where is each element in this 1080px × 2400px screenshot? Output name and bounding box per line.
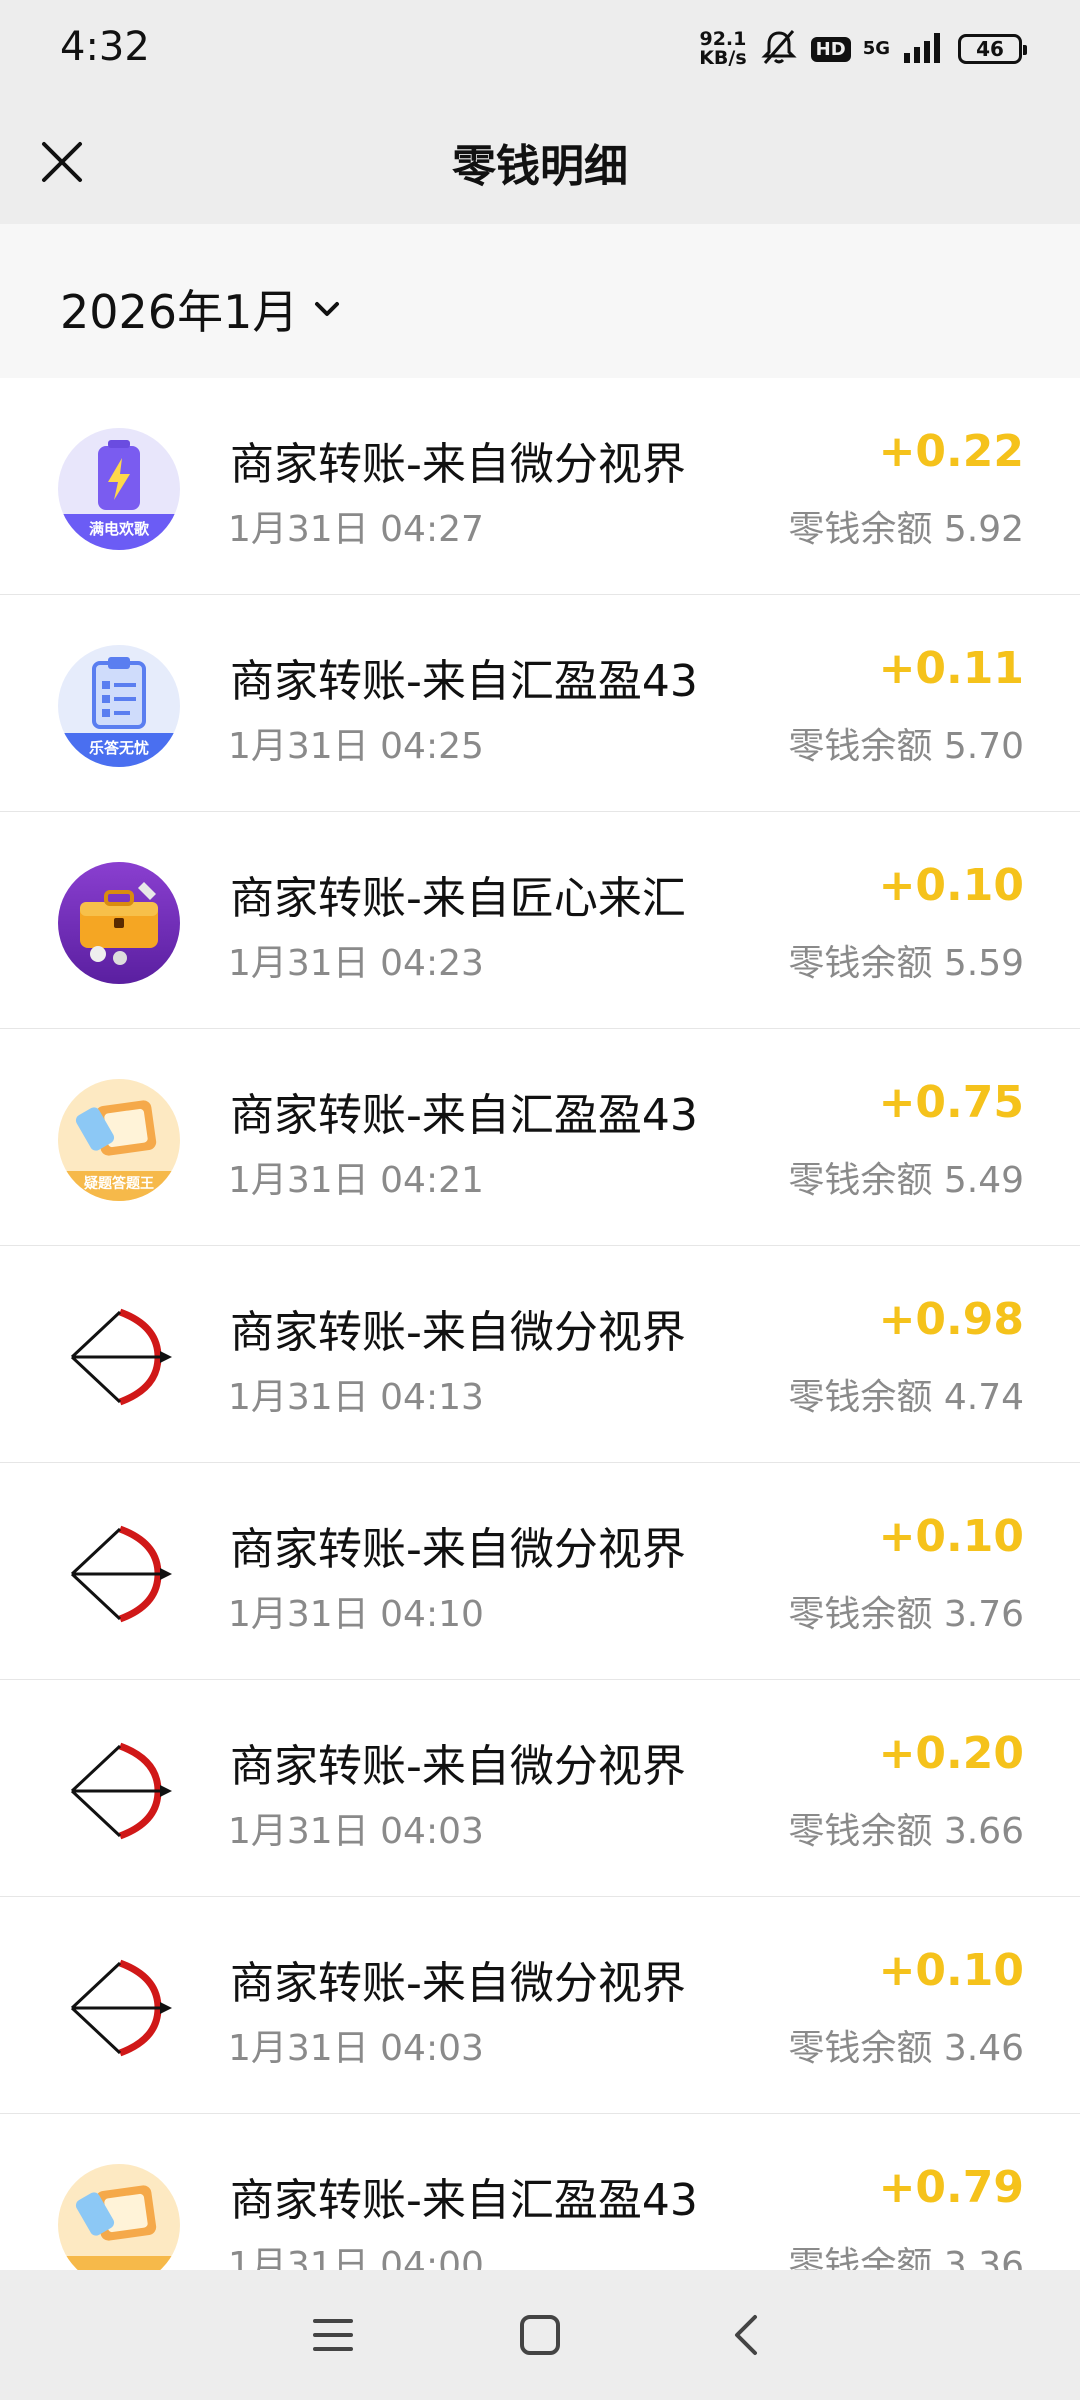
transaction-title: 商家转账-来自微分视界	[230, 1307, 686, 1358]
transaction-balance: 零钱余额 3.46	[788, 2019, 1024, 2071]
balance-label: 零钱余额	[788, 1594, 933, 1635]
transaction-row[interactable]: 商家转账-来自匠心来汇 1月31日 04:23 +0.10 零钱余额 5.59	[0, 812, 1080, 1029]
transaction-title: 商家转账-来自汇盈盈43	[230, 1090, 698, 1141]
network-type: 5G	[862, 38, 890, 59]
transaction-time: 1月31日 04:21	[228, 1160, 484, 1201]
home-button[interactable]	[505, 2300, 575, 2370]
transaction-time: 1月31日 04:03	[228, 2028, 484, 2069]
balance-label: 零钱余额	[788, 509, 933, 550]
balance-value: 5.49	[943, 1160, 1024, 1201]
transaction-title: 商家转账-来自微分视界	[230, 1741, 686, 1792]
transaction-row[interactable]: 乐答无忧 商家转账-来自汇盈盈43 1月31日 04:25 +0.11 零钱余额…	[0, 595, 1080, 812]
signal-icon	[902, 31, 946, 67]
transaction-balance: 零钱余额 3.76	[788, 1585, 1024, 1637]
transaction-time: 1月31日 04:13	[228, 1377, 484, 1418]
hd-badge: HD	[810, 36, 851, 62]
transaction-row[interactable]: 满电欢歌 商家转账-来自微分视界 1月31日 04:27 +0.22 零钱余额 …	[0, 378, 1080, 595]
transaction-row[interactable]: 商家转账-来自微分视界 1月31日 04:10 +0.10 零钱余额 3.76	[0, 1463, 1080, 1680]
transaction-balance: 零钱余额 3.66	[788, 1802, 1024, 1854]
page-title: 零钱明细	[452, 141, 628, 192]
transaction-time: 1月31日 04:23	[228, 943, 484, 984]
balance-label: 零钱余额	[788, 1160, 933, 1201]
status-bar: 4:32 92.1 KB/s HD 5G 46	[0, 0, 1080, 100]
transaction-amount: +0.79	[878, 2162, 1024, 2213]
bow-arrow-icon	[58, 1730, 180, 1852]
balance-value: 5.92	[943, 509, 1024, 550]
balance-label: 零钱余额	[788, 2028, 933, 2069]
menu-button[interactable]	[298, 2300, 368, 2370]
transaction-time: 1月31日 04:03	[228, 1811, 484, 1852]
transaction-time: 1月31日 04:25	[228, 726, 484, 767]
balance-label: 零钱余额	[788, 943, 933, 984]
transaction-title: 商家转账-来自微分视界	[230, 1524, 686, 1575]
balance-label: 零钱余额	[788, 1811, 933, 1852]
battery-app-icon: 满电欢歌	[58, 428, 180, 550]
transaction-balance: 零钱余额 5.49	[788, 1151, 1024, 1203]
balance-label: 零钱余额	[788, 1377, 933, 1418]
transaction-amount: +0.20	[878, 1728, 1024, 1779]
transaction-amount: +0.10	[878, 1945, 1024, 1996]
balance-label: 零钱余额	[788, 726, 933, 767]
toolbox-app-icon	[58, 862, 180, 984]
bow-arrow-icon	[58, 1947, 180, 2069]
transaction-balance: 零钱余额 3.36	[788, 2236, 1024, 2270]
balance-label: 零钱余额	[788, 2245, 933, 2270]
transaction-amount: +0.10	[878, 860, 1024, 911]
avatar-caption: 乐答无忧	[88, 739, 149, 757]
status-icons: 92.1 KB/s HD 5G 46	[699, 24, 1027, 74]
transaction-row[interactable]: 商家转账-来自微分视界 1月31日 04:13 +0.98 零钱余额 4.74	[0, 1246, 1080, 1463]
menu-icon	[313, 2319, 354, 2351]
transaction-row[interactable]: 疑题答题王 商家转账-来自汇盈盈43 1月31日 04:21 +0.75 零钱余…	[0, 1029, 1080, 1246]
transaction-time: 1月31日 04:10	[228, 1594, 484, 1635]
transaction-row[interactable]: 商家转账-来自微分视界 1月31日 04:03 +0.10 零钱余额 3.46	[0, 1897, 1080, 2114]
quiz-app-icon: 疑题答题王	[58, 1079, 180, 1201]
transaction-title: 商家转账-来自汇盈盈43	[230, 2175, 698, 2226]
transaction-title: 商家转账-来自匠心来汇	[230, 873, 686, 924]
transaction-balance: 零钱余额 4.74	[788, 1368, 1024, 1420]
back-button[interactable]	[712, 2300, 782, 2370]
transaction-title: 商家转账-来自微分视界	[230, 1958, 686, 2009]
transaction-row[interactable]: 商家转账-来自微分视界 1月31日 04:03 +0.20 零钱余额 3.66	[0, 1680, 1080, 1897]
transaction-time: 1月31日 04:00	[228, 2245, 484, 2270]
quiz-app-icon	[58, 2164, 180, 2270]
transaction-title: 商家转账-来自微分视界	[230, 439, 686, 490]
month-filter-bar: 2026年1月	[0, 224, 1080, 378]
balance-value: 3.36	[943, 2245, 1024, 2270]
transaction-amount: +0.98	[878, 1294, 1024, 1345]
transaction-amount: +0.11	[878, 643, 1024, 694]
balance-value: 5.59	[943, 943, 1024, 984]
transaction-amount: +0.10	[878, 1511, 1024, 1562]
bow-arrow-icon	[58, 1513, 180, 1635]
transaction-balance: 零钱余额 5.92	[788, 500, 1024, 552]
bow-arrow-icon	[58, 1296, 180, 1418]
transaction-balance: 零钱余额 5.59	[788, 934, 1024, 986]
transaction-list: 满电欢歌 商家转账-来自微分视界 1月31日 04:27 +0.22 零钱余额 …	[0, 378, 1080, 2270]
transaction-amount: +0.22	[878, 426, 1024, 477]
system-nav-bar	[0, 2270, 1080, 2400]
status-time: 4:32	[60, 24, 150, 70]
month-picker[interactable]: 2026年1月	[60, 276, 342, 342]
balance-value: 5.70	[943, 726, 1024, 767]
mute-bell-icon	[759, 27, 799, 71]
transaction-balance: 零钱余额 5.70	[788, 717, 1024, 769]
transaction-row[interactable]: 商家转账-来自汇盈盈43 1月31日 04:00 +0.79 零钱余额 3.36	[0, 2114, 1080, 2270]
net-speed: 92.1 KB/s	[699, 30, 746, 68]
balance-value: 3.76	[943, 1594, 1024, 1635]
avatar-caption: 满电欢歌	[88, 520, 149, 538]
balance-value: 4.74	[943, 1377, 1024, 1418]
chevron-down-icon	[315, 302, 340, 316]
clipboard-app-icon: 乐答无忧	[58, 645, 180, 767]
nav-bar: 零钱明细	[0, 100, 1080, 224]
battery-icon: 46	[958, 34, 1027, 64]
month-label: 2026年1月	[60, 285, 299, 339]
back-icon	[734, 2315, 757, 2355]
home-icon	[519, 2315, 560, 2355]
transaction-amount: +0.75	[878, 1077, 1024, 1128]
net-speed-unit: KB/s	[699, 47, 747, 69]
transaction-time: 1月31日 04:27	[228, 509, 484, 550]
transaction-title: 商家转账-来自汇盈盈43	[230, 656, 698, 707]
balance-value: 3.46	[943, 2028, 1024, 2069]
balance-value: 3.66	[943, 1811, 1024, 1852]
avatar-caption: 疑题答题王	[84, 1176, 154, 1192]
